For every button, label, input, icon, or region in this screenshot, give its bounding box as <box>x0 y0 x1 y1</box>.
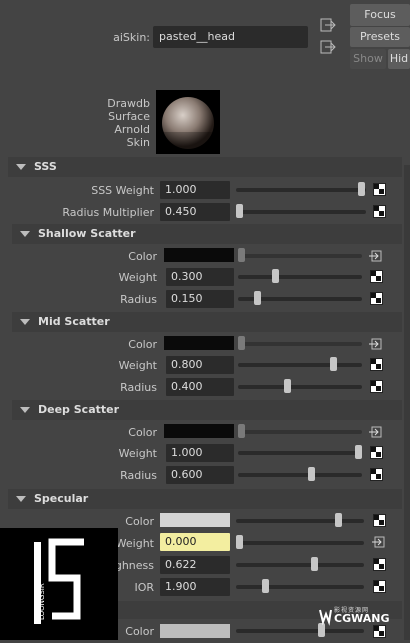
shallow-color-label: Color <box>128 250 157 263</box>
cgwang-logo-icon <box>318 606 332 626</box>
deep-color-swatch[interactable] <box>164 424 234 438</box>
sss-weight-field[interactable]: 1.000 <box>160 181 230 199</box>
deep-weight-label: Weight <box>118 447 157 460</box>
connect-input-icon[interactable] <box>369 250 382 262</box>
map-button-icon[interactable] <box>373 558 386 571</box>
map-button-icon[interactable] <box>370 380 383 393</box>
show-button[interactable]: Show <box>350 49 386 69</box>
specular-roughness-slider[interactable] <box>236 563 364 567</box>
expand-arrow-icon <box>16 163 26 170</box>
sss-weight-slider-handle[interactable] <box>358 182 365 196</box>
mid-radius-field[interactable]: 0.400 <box>166 378 234 396</box>
deep-weight-slider-handle[interactable] <box>355 445 362 459</box>
hide-button[interactable]: Hid <box>388 49 410 69</box>
radius-multiplier-slider-handle[interactable] <box>236 204 243 218</box>
swatch-label: Drawdb Surface Arnold Skin <box>107 97 150 149</box>
shallow-weight-field[interactable]: 0.300 <box>166 268 234 286</box>
shallow-weight-label: Weight <box>118 271 157 284</box>
mid-color-label: Color <box>128 338 157 351</box>
map-button-icon[interactable] <box>370 358 383 371</box>
specular-color-slider[interactable] <box>236 519 364 523</box>
specular-weight-slider-handle[interactable] <box>236 535 243 549</box>
brand-name: CGWANG <box>334 612 390 625</box>
radius-multiplier-field[interactable]: 0.450 <box>160 203 230 221</box>
specular-color-slider-handle[interactable] <box>335 513 342 527</box>
map-button-icon[interactable] <box>370 446 383 459</box>
map-button-icon[interactable] <box>373 580 386 593</box>
mid-radius-label: Radius <box>120 381 157 394</box>
deep-color-slider-handle[interactable] <box>238 424 245 438</box>
specular-weight-slider[interactable] <box>236 541 364 545</box>
section-header-mid-scatter[interactable]: Mid Scatter <box>12 312 402 332</box>
expand-arrow-icon <box>20 230 30 237</box>
section-header-shallow-scatter[interactable]: Shallow Scatter <box>12 224 402 244</box>
deep-radius-field[interactable]: 0.600 <box>166 466 234 484</box>
specular-color-label: Color <box>125 515 154 528</box>
shallow-radius-slider-handle[interactable] <box>254 291 261 305</box>
svg-text:LOONGSIR: LOONGSIR <box>38 583 46 620</box>
loongsir-logo: LOONGSIR <box>0 528 118 640</box>
shallow-color-slider-handle[interactable] <box>238 248 245 262</box>
mid-color-swatch[interactable] <box>164 336 234 350</box>
map-button-icon[interactable] <box>370 468 383 481</box>
specular-weight-field[interactable]: 0.000 <box>160 533 230 551</box>
mid-weight-field[interactable]: 0.800 <box>166 356 234 374</box>
section-header-sss[interactable]: SSS <box>8 157 402 177</box>
section-header-specular[interactable]: Specular <box>8 489 402 509</box>
deep-color-slider[interactable] <box>238 430 362 434</box>
material-swatch-preview[interactable] <box>156 90 220 154</box>
radius-multiplier-slider[interactable] <box>236 210 366 214</box>
cgwang-watermark: 影视资源网 CGWANG <box>318 604 410 634</box>
mid-weight-label: Weight <box>118 359 157 372</box>
shallow-radius-label: Radius <box>120 293 157 306</box>
deep-color-label: Color <box>128 426 157 439</box>
node-type-label: aiSkin: <box>113 31 150 44</box>
shallow-weight-slider[interactable] <box>238 275 362 279</box>
shallow-radius-field[interactable]: 0.150 <box>166 290 234 308</box>
deep-radius-slider-handle[interactable] <box>308 467 315 481</box>
node-name-field[interactable]: pasted__head <box>153 26 308 48</box>
focus-button[interactable]: Focus <box>350 4 410 26</box>
deep-weight-field[interactable]: 1.000 <box>166 444 234 462</box>
sss-weight-slider[interactable] <box>236 188 366 192</box>
shallow-color-swatch[interactable] <box>164 248 234 262</box>
map-button-icon[interactable] <box>370 292 383 305</box>
bottom-color-swatch[interactable] <box>160 624 230 638</box>
specular-ior-slider-handle[interactable] <box>262 579 269 593</box>
connect-input-icon[interactable] <box>372 536 385 548</box>
connect-input-icon[interactable] <box>369 338 382 350</box>
mid-color-slider[interactable] <box>238 342 362 346</box>
sss-weight-label: SSS Weight <box>91 184 154 197</box>
specular-ior-slider[interactable] <box>236 585 364 589</box>
mid-color-slider-handle[interactable] <box>238 336 245 350</box>
map-button-icon[interactable] <box>373 514 386 527</box>
deep-weight-slider[interactable] <box>238 451 362 455</box>
radius-multiplier-label: Radius Multiplier <box>62 206 154 219</box>
expand-arrow-icon <box>20 318 30 325</box>
expand-arrow-icon <box>20 406 30 413</box>
deep-radius-slider[interactable] <box>238 473 362 477</box>
deep-radius-label: Radius <box>120 469 157 482</box>
shallow-color-slider[interactable] <box>238 254 362 258</box>
expand-arrow-icon <box>16 495 26 502</box>
presets-button[interactable]: Presets <box>350 27 410 47</box>
section-header-deep-scatter[interactable]: Deep Scatter <box>12 400 402 420</box>
map-button-icon[interactable] <box>373 183 386 196</box>
specular-color-swatch[interactable] <box>160 513 230 527</box>
map-button-icon[interactable] <box>370 270 383 283</box>
specular-roughness-field[interactable]: 0.622 <box>160 556 230 574</box>
specular-ior-field[interactable]: 1.900 <box>160 578 230 596</box>
shallow-weight-slider-handle[interactable] <box>272 269 279 283</box>
map-button-icon[interactable] <box>373 205 386 218</box>
mid-weight-slider[interactable] <box>238 363 362 367</box>
mid-weight-slider-handle[interactable] <box>330 357 337 371</box>
mid-radius-slider[interactable] <box>238 385 362 389</box>
output-connection-icon[interactable] <box>320 40 336 57</box>
mid-radius-slider-handle[interactable] <box>284 379 291 393</box>
specular-roughness-slider-handle[interactable] <box>311 557 318 571</box>
input-connection-icon[interactable] <box>320 18 336 35</box>
scrollbar[interactable] <box>404 165 410 640</box>
connect-input-icon[interactable] <box>369 426 382 438</box>
